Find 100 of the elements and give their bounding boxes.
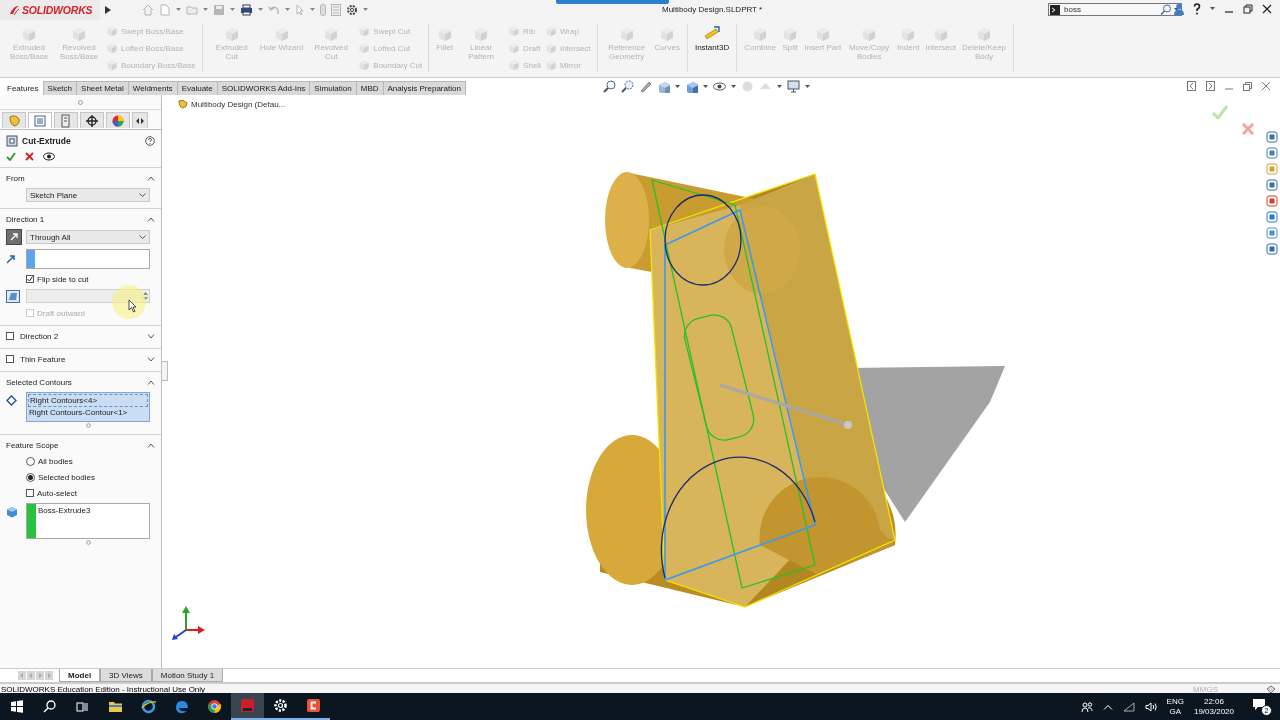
settings-icon[interactable] — [346, 4, 358, 16]
caret-icon[interactable] — [777, 84, 782, 89]
chevron-up-icon[interactable] — [1102, 703, 1113, 710]
expand-icon[interactable] — [147, 333, 155, 339]
caret-icon[interactable] — [310, 8, 315, 12]
draft-icon[interactable] — [6, 289, 20, 303]
checkbox[interactable] — [6, 355, 14, 363]
settings-icon — [273, 698, 288, 713]
cube-icon — [508, 42, 521, 54]
propertymanager-icon — [33, 113, 47, 128]
section-title: Thin Feature — [20, 354, 67, 364]
section-view-icon[interactable] — [657, 80, 670, 93]
volume-icon[interactable] — [1144, 701, 1157, 712]
list-item[interactable]: Right Contours-Contour<1> — [28, 407, 148, 418]
splitter-handle-icon[interactable] — [78, 99, 83, 105]
wifi-icon[interactable] — [1122, 701, 1135, 712]
zoom-area-icon[interactable] — [621, 80, 634, 93]
restore-icon[interactable] — [1243, 4, 1253, 14]
caret-icon[interactable] — [805, 84, 810, 89]
radio-label: Selected bodies — [38, 472, 95, 482]
clock[interactable]: 22:06 19/03/2020 — [1193, 696, 1234, 717]
expand-icon[interactable] — [147, 356, 155, 362]
collapse-icon[interactable] — [147, 216, 155, 222]
dropdown[interactable]: Through All — [26, 230, 150, 244]
checkbox[interactable] — [26, 275, 34, 283]
collapse-icon[interactable] — [147, 175, 155, 181]
draft-angle-field[interactable] — [26, 289, 150, 303]
checkbox[interactable] — [26, 489, 34, 497]
command-tab[interactable]: Analysis Preparation — [382, 80, 466, 95]
collapse-icon[interactable] — [147, 379, 155, 385]
command-tab[interactable]: Evaluate — [176, 80, 218, 95]
scroll-tabs-button[interactable] — [132, 112, 148, 128]
list-item[interactable]: Right Contours<4> — [28, 394, 148, 407]
checkbox-label: Draft outward — [37, 308, 86, 318]
resize-handle-icon[interactable] — [85, 540, 91, 545]
cancel-icon[interactable] — [25, 152, 34, 161]
expand-arrow-icon[interactable] — [104, 5, 112, 15]
command-tab[interactable]: MBD — [355, 80, 384, 95]
next-icon[interactable] — [1206, 81, 1215, 91]
chrome-browser-icon — [207, 699, 222, 714]
sheet-tab[interactable]: Motion Study 1 — [151, 669, 224, 682]
caret-icon[interactable] — [363, 8, 368, 12]
caret-icon[interactable] — [731, 84, 736, 89]
app-logo: SOLIDWORKS — [0, 0, 100, 20]
close-icon[interactable] — [1262, 4, 1272, 14]
monitor-icon[interactable] — [787, 80, 800, 93]
sheet-tab[interactable]: 3D Views — [100, 669, 152, 682]
cube-icon — [21, 26, 37, 42]
eye-icon[interactable] — [713, 80, 726, 93]
reverse-direction-button[interactable] — [6, 229, 22, 245]
help-icon[interactable] — [1193, 3, 1201, 15]
command-tab[interactable]: Weldments — [127, 80, 178, 95]
user-icon[interactable] — [1174, 3, 1184, 15]
caret-icon[interactable] — [285, 8, 290, 12]
caret-icon[interactable] — [176, 8, 181, 12]
previous-icon[interactable] — [1187, 81, 1196, 91]
ok-check-icon[interactable] — [6, 152, 16, 161]
caret-icon[interactable] — [258, 8, 263, 12]
ribbon-command[interactable]: Instant3D — [693, 24, 731, 72]
selection-list[interactable]: Boss-Extrude3 — [26, 503, 150, 539]
caret-icon[interactable] — [675, 84, 680, 89]
units-selector[interactable]: MMGS — [1193, 685, 1218, 694]
resize-handle-icon[interactable] — [85, 423, 91, 428]
radio-button[interactable] — [26, 456, 35, 466]
part-icon[interactable] — [178, 99, 188, 109]
panel-tab[interactable] — [80, 112, 104, 128]
caret-icon[interactable] — [1174, 7, 1179, 12]
feature-tree-root[interactable]: Multibody Design (Defau... — [191, 99, 286, 109]
display-style-icon[interactable] — [685, 80, 698, 93]
checkbox[interactable] — [6, 332, 14, 340]
restore-icon[interactable] — [1243, 81, 1252, 91]
command-tab[interactable]: Sheet Metal — [76, 80, 129, 95]
sheet-tab[interactable]: Model — [59, 669, 101, 682]
eye-icon[interactable] — [43, 152, 55, 161]
people-icon[interactable] — [1080, 701, 1093, 712]
command-tab[interactable]: Simulation — [309, 80, 357, 95]
selection-list[interactable]: Right Contours<4> Right Contours-Contour<1> — [26, 392, 150, 422]
caret-icon[interactable] — [1210, 7, 1215, 11]
dropdown[interactable]: Sketch Plane — [26, 188, 150, 202]
taskbar-app[interactable] — [231, 693, 264, 720]
command-tab[interactable]: Sketch — [42, 80, 78, 95]
spinner-arrows-icon[interactable] — [142, 290, 149, 302]
confirm-check-icon[interactable] — [1212, 105, 1228, 119]
command-tab[interactable]: SOLIDWORKS Add-Ins — [216, 80, 311, 95]
help-icon[interactable] — [145, 136, 155, 146]
section-title: Direction 1 — [6, 214, 46, 224]
pencil-icon[interactable] — [639, 80, 652, 93]
cube-icon — [544, 25, 557, 37]
zoom-to-fit-icon[interactable] — [603, 80, 616, 93]
featuremanager-icon — [7, 113, 21, 128]
radio-button[interactable] — [26, 472, 35, 482]
list-item[interactable]: Boss-Extrude3 — [37, 505, 148, 516]
depth-field[interactable] — [26, 249, 150, 269]
search-icon[interactable] — [1160, 4, 1172, 15]
caret-icon[interactable] — [230, 8, 235, 12]
collapse-icon[interactable] — [147, 442, 155, 448]
printer-icon[interactable] — [240, 4, 253, 16]
language-indicator[interactable]: ENG GA — [1166, 696, 1184, 717]
caret-icon[interactable] — [703, 84, 708, 89]
caret-icon[interactable] — [203, 8, 208, 12]
